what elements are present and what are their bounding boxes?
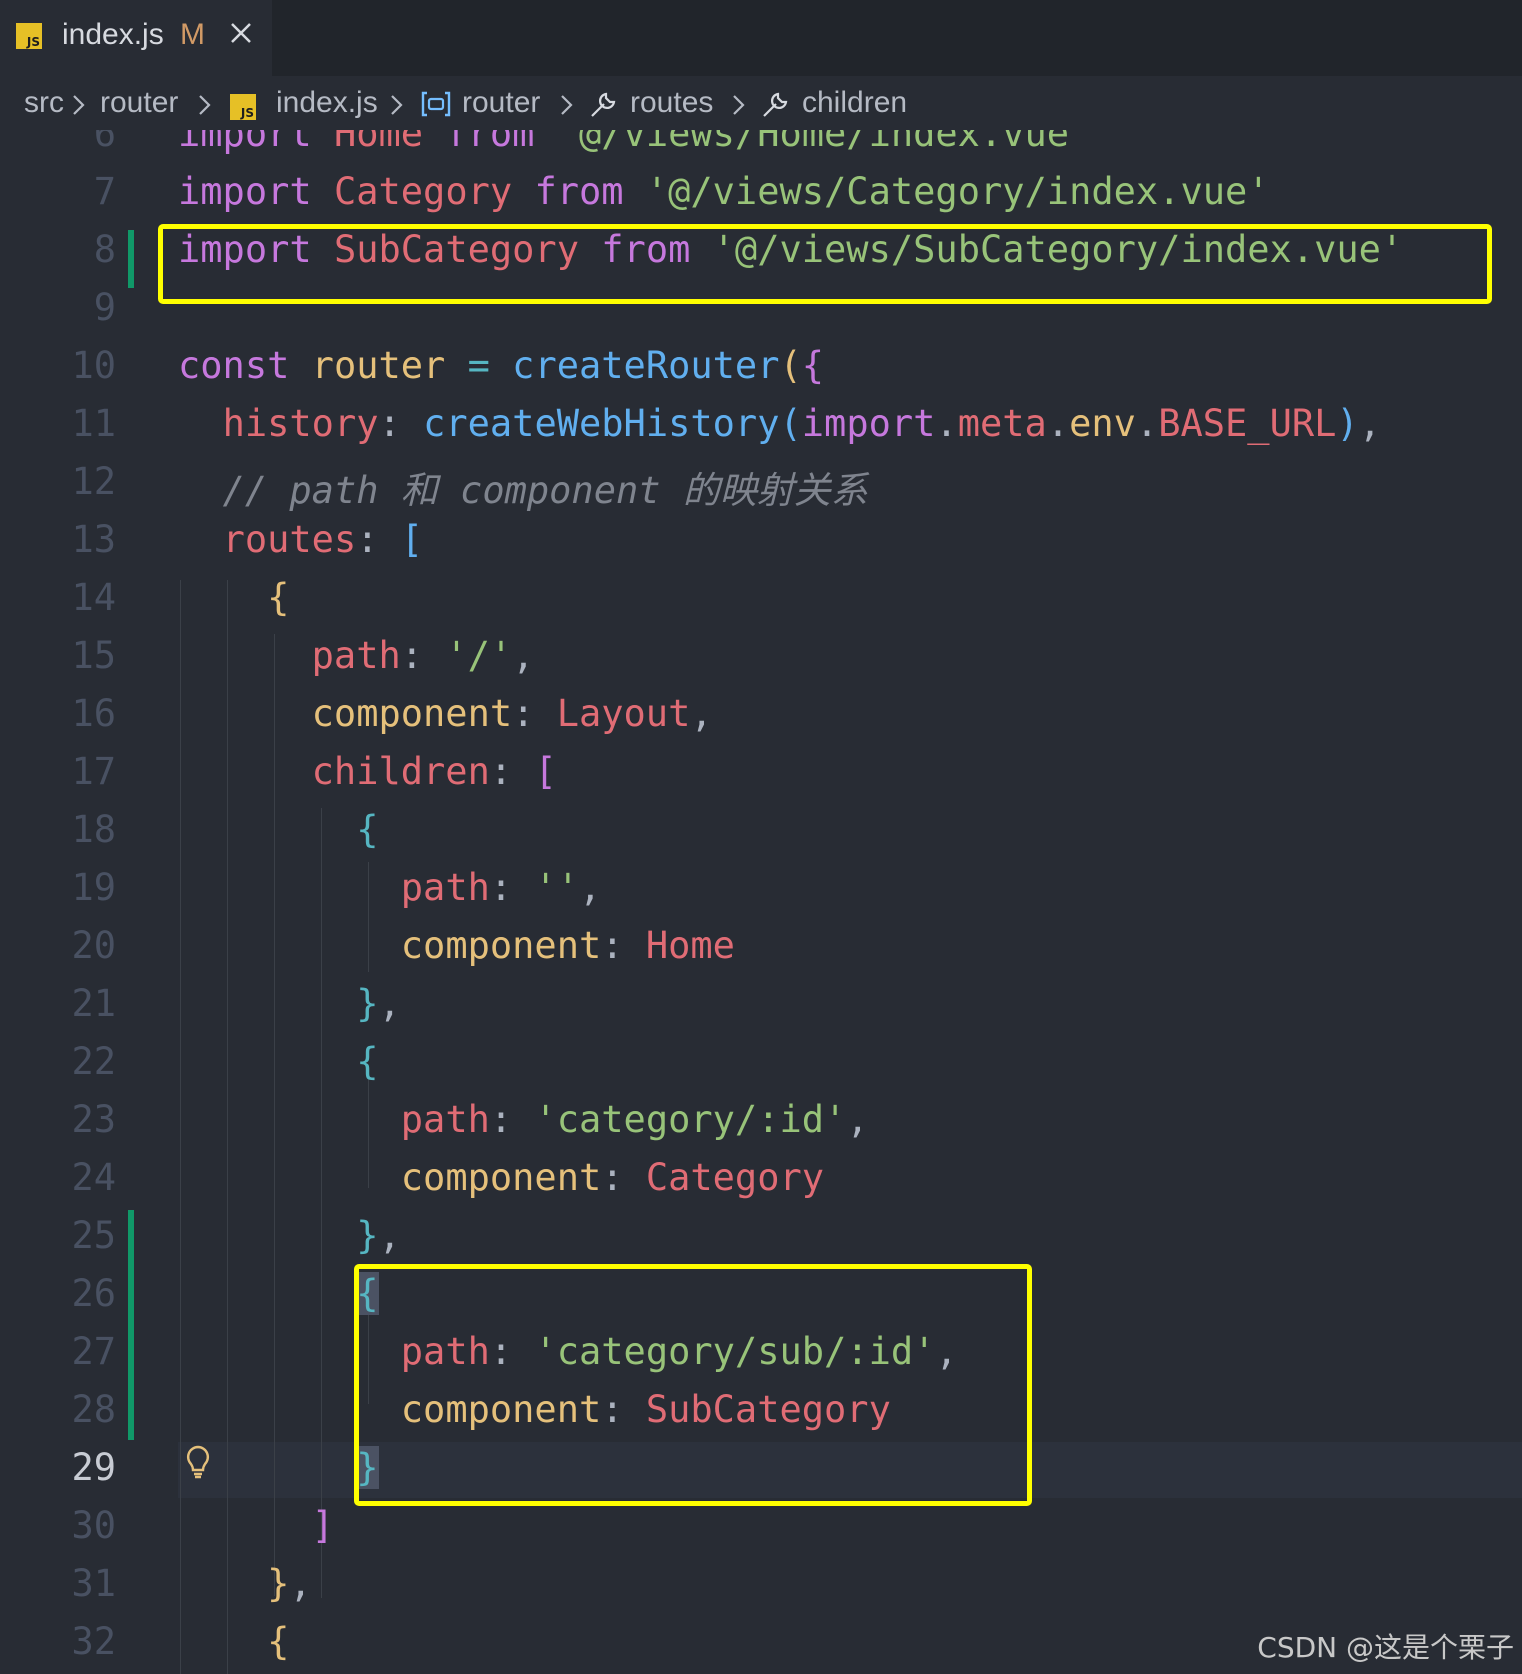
code-line: 25 }, [0,1208,1522,1266]
line-number: 26 [71,1272,116,1315]
code-line: 10 const router = createRouter({ [0,338,1522,396]
line-number: 12 [71,460,116,503]
code-line: 13 routes: [ [0,512,1522,570]
chevron-right-icon [73,95,85,115]
tab-bar: JS index.js M [0,0,1522,76]
breadcrumb-router[interactable]: router [100,86,178,120]
chevron-right-icon [561,95,573,115]
line-number: 27 [71,1330,116,1373]
code-line: 7 import Category from '@/views/Category… [0,164,1522,222]
close-icon[interactable] [226,18,256,48]
chevron-right-icon [733,95,745,115]
code-line: 22 { [0,1034,1522,1092]
line-number: 15 [71,634,116,677]
watermark: CSDN @这是个栗子 [1257,1631,1514,1664]
wrench-icon [591,92,616,117]
line-number: 24 [71,1156,116,1199]
breadcrumb-router-symbol[interactable]: router [462,86,540,120]
code-editor[interactable]: 6 import Home from '@/views/Home/index.v… [0,130,1522,1674]
line-number: 28 [71,1388,116,1431]
line-number: 14 [71,576,116,619]
code-line: 23 path: 'category/:id', [0,1092,1522,1150]
line-number: 32 [71,1620,116,1663]
breadcrumb-src[interactable]: src [24,86,64,120]
js-badge-text: JS [26,35,40,49]
chevron-right-icon [199,95,211,115]
line-number: 10 [71,344,116,387]
code-line: 30 ] [0,1498,1522,1556]
breadcrumb: src router JS index.js router routes chi… [0,76,1522,130]
code-line: 11 history: createWebHistory(import.meta… [0,396,1522,454]
line-number: 20 [71,924,116,967]
highlight-box-route [354,1264,1032,1506]
code-line: 31 }, [0,1556,1522,1614]
line-number: 16 [71,692,116,735]
code-line: 20 component: Home [0,918,1522,976]
line-number: 18 [71,808,116,851]
code-line: 18 { [0,802,1522,860]
line-number: 29 [71,1446,116,1489]
tab-label: index.js [62,18,164,51]
line-number: 21 [71,982,116,1025]
breadcrumb-file[interactable]: index.js [276,86,378,120]
line-number: 25 [71,1214,116,1257]
line-number: 13 [71,518,116,561]
variable-icon [421,91,451,117]
code-line: 21 }, [0,976,1522,1034]
js-file-icon: JS [16,23,42,49]
code-line: 14 { [0,570,1522,628]
chevron-right-icon [391,95,403,115]
line-number: 31 [71,1562,116,1605]
breadcrumb-routes[interactable]: routes [630,86,713,120]
line-number: 17 [71,750,116,793]
line-number: 6 [93,130,116,155]
line-number: 30 [71,1504,116,1547]
code-line: 12 // path 和 component 的映射关系 [0,454,1522,512]
code-line: 24 component: Category [0,1150,1522,1208]
js-file-icon: JS [230,94,256,120]
line-number: 11 [71,402,116,445]
lightbulb-icon[interactable] [184,1444,212,1480]
code-line: 6 import Home from '@/views/Home/index.v… [0,130,1522,164]
code-line: 17 children: [ [0,744,1522,802]
line-number: 19 [71,866,116,909]
wrench-icon [763,92,788,117]
breadcrumb-children[interactable]: children [802,86,907,120]
line-number: 8 [93,228,116,271]
code-comment: // path 和 component 的映射关系 [222,469,868,512]
js-badge-text: JS [240,106,254,120]
line-number: 22 [71,1040,116,1083]
line-number: 9 [93,286,116,329]
tab-index-js[interactable]: JS index.js M [0,0,272,76]
code-line: 19 path: '', [0,860,1522,918]
code-line: 15 path: '/', [0,628,1522,686]
highlight-box-import [158,224,1492,304]
line-number: 23 [71,1098,116,1141]
line-number: 7 [93,170,116,213]
modified-indicator: M [180,18,205,51]
code-line: 16 component: Layout, [0,686,1522,744]
